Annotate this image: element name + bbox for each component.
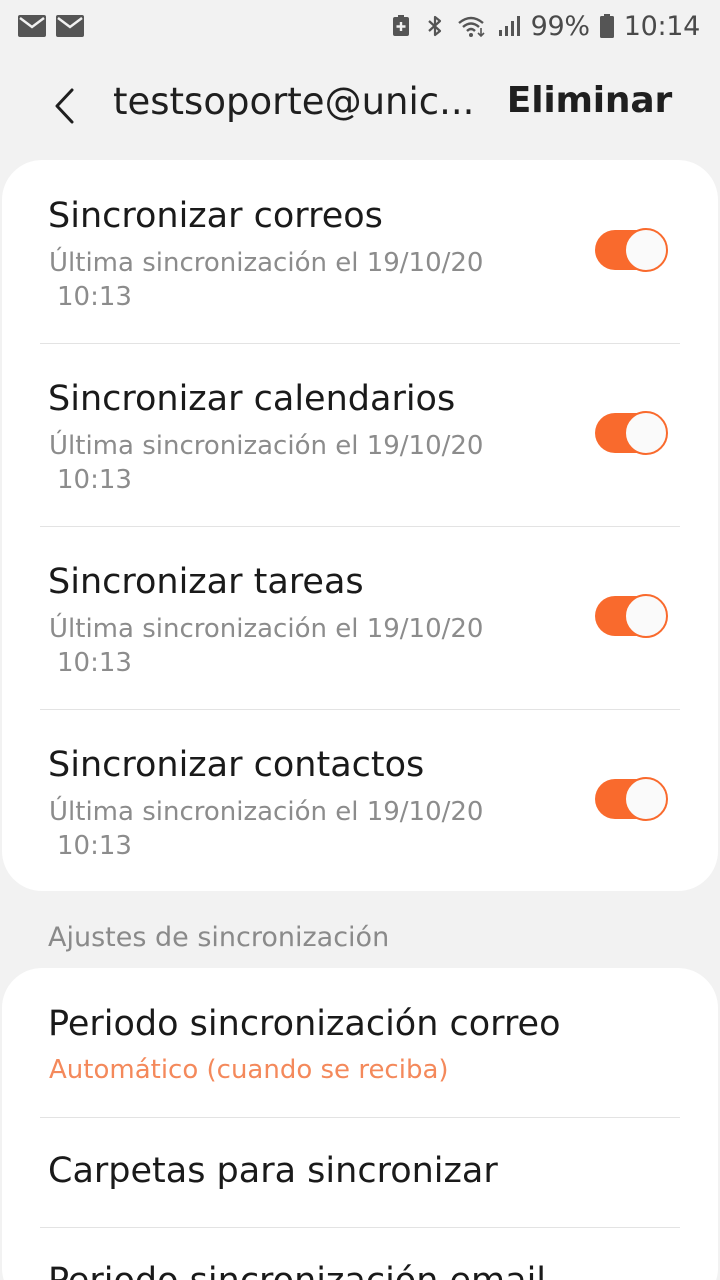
toggle-knob [624, 777, 668, 821]
setting-title: Periodo sincronización correo [48, 1004, 561, 1044]
sync-card: Sincronizar correos Última sincronizació… [2, 160, 718, 891]
chevron-left-icon [55, 88, 74, 124]
battery-icon [599, 14, 614, 38]
last-sync-date: Última sincronización el 19/10/20 [49, 797, 484, 827]
mail-icon [56, 15, 84, 37]
last-sync-date: Última sincronización el 19/10/20 [49, 431, 484, 461]
toggle-sync-contacts[interactable] [595, 777, 668, 821]
toggle-knob [624, 411, 668, 455]
status-bar: 99% 10:14 [0, 0, 720, 52]
last-sync-date: Última sincronización el 19/10/20 [49, 614, 484, 644]
app-bar: testsoporte@unic... Eliminar [0, 60, 720, 152]
sync-row-title: Sincronizar contactos [48, 745, 425, 785]
sync-row-contacts[interactable]: Sincronizar contactos Última sincronizac… [2, 709, 718, 892]
sync-row-title: Sincronizar calendarios [48, 379, 456, 419]
screen: 99% 10:14 testsoporte@unic... Eliminar S… [0, 0, 720, 1280]
sync-row-title: Sincronizar tareas [48, 562, 364, 602]
last-sync-text: Última sincronización el 19/10/20 10:13 [49, 429, 509, 497]
bluetooth-icon [427, 15, 441, 37]
setting-mail-sync-period[interactable]: Periodo sincronización correo Automático… [2, 968, 718, 1117]
toggle-sync-emails[interactable] [595, 228, 668, 272]
setting-title: Periodo sincronización email [48, 1261, 546, 1280]
sync-row-tasks[interactable]: Sincronizar tareas Última sincronización… [2, 526, 718, 709]
toggle-knob [624, 594, 668, 638]
sync-row-emails[interactable]: Sincronizar correos Última sincronizació… [2, 160, 718, 343]
setting-folders-to-sync[interactable]: Carpetas para sincronizar [2, 1117, 718, 1227]
battery-saver-icon [392, 15, 409, 36]
toggle-knob [624, 228, 668, 272]
last-sync-time: 10:13 [57, 282, 132, 312]
last-sync-text: Última sincronización el 19/10/20 10:13 [49, 795, 509, 863]
back-button[interactable] [42, 82, 86, 130]
battery-percent: 99% [530, 10, 590, 42]
last-sync-date: Última sincronización el 19/10/20 [49, 248, 484, 278]
delete-button[interactable]: Eliminar [507, 80, 672, 121]
setting-value: Automático (cuando se reciba) [49, 1055, 449, 1085]
setting-email-sync-period[interactable]: Periodo sincronización email [2, 1227, 718, 1280]
status-bar-left [18, 15, 84, 37]
wifi-icon [457, 16, 485, 38]
sync-row-calendars[interactable]: Sincronizar calendarios Última sincroniz… [2, 343, 718, 526]
settings-card: Periodo sincronización correo Automático… [2, 968, 718, 1280]
toggle-sync-calendars[interactable] [595, 411, 668, 455]
section-header-sync-settings: Ajustes de sincronización [48, 922, 390, 953]
toggle-sync-tasks[interactable] [595, 594, 668, 638]
last-sync-text: Última sincronización el 19/10/20 10:13 [49, 612, 509, 680]
mail-icon [18, 15, 46, 37]
sync-row-title: Sincronizar correos [48, 196, 383, 236]
clock: 10:14 [623, 10, 701, 42]
setting-title: Carpetas para sincronizar [48, 1151, 498, 1191]
last-sync-text: Última sincronización el 19/10/20 10:13 [49, 246, 509, 314]
last-sync-time: 10:13 [57, 465, 132, 495]
signal-icon [498, 16, 520, 36]
last-sync-time: 10:13 [57, 831, 132, 861]
page-title: testsoporte@unic... [113, 80, 475, 123]
status-bar-right: 99% 10:14 [389, 11, 700, 42]
last-sync-time: 10:13 [57, 648, 132, 678]
